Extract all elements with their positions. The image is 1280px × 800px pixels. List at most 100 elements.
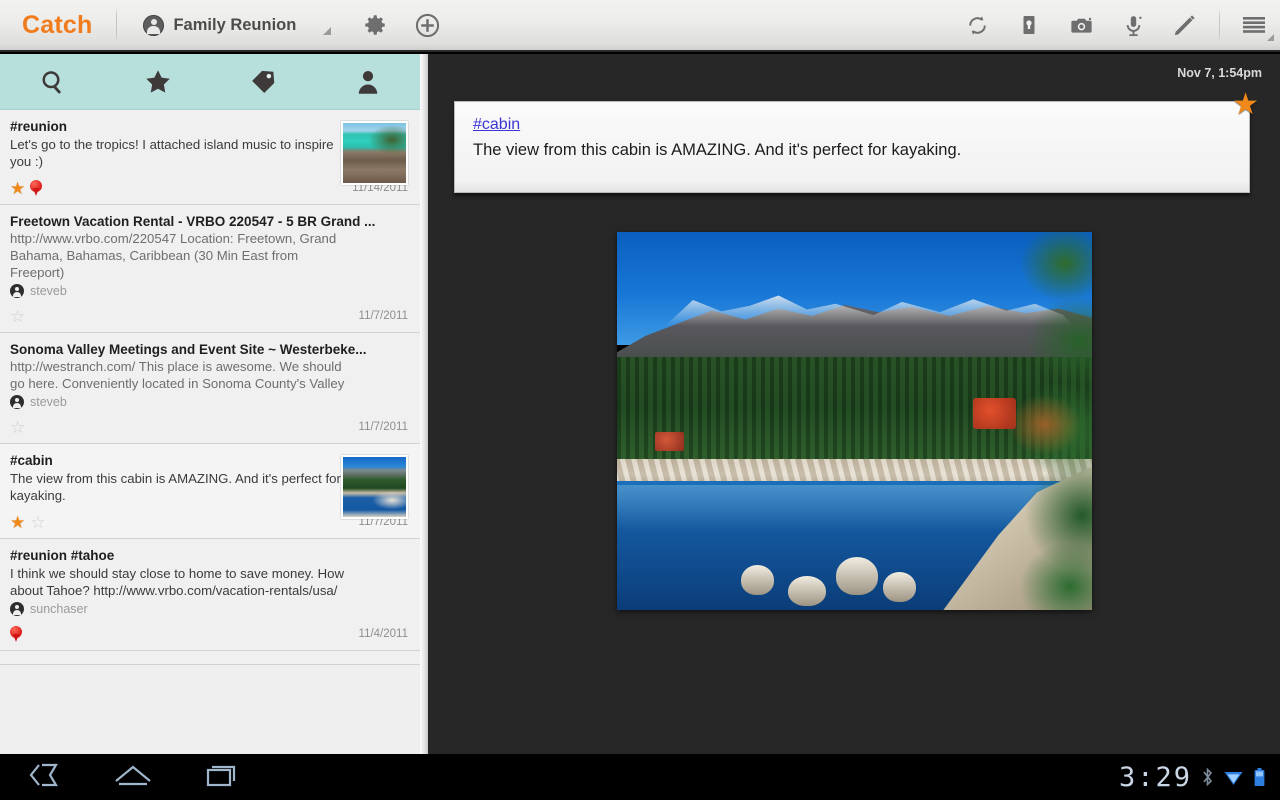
note-footer: ☆ 11/7/2011 (10, 417, 408, 437)
person-icon (358, 70, 377, 94)
note-badges: ★ ☆ (10, 514, 46, 531)
system-status-area[interactable]: 3:29 (1119, 762, 1266, 793)
note-author: steveb (10, 284, 408, 298)
notebook-selector[interactable]: Family Reunion (139, 0, 335, 50)
note-detail-pane: Nov 7, 1:54pm ★ #cabin The view from thi… (428, 54, 1280, 754)
author-avatar-icon (10, 602, 24, 616)
note-tag-link[interactable]: #cabin (473, 116, 520, 134)
nav-home-button[interactable] (110, 762, 156, 793)
author-name: sunchaser (30, 602, 88, 616)
notebook-avatar-icon (143, 14, 165, 36)
note-detail-text: The view from this cabin is AMAZING. And… (473, 141, 962, 159)
note-detail-date: Nov 7, 1:54pm (1177, 66, 1262, 80)
list-item[interactable]: #reunion Let's go to the tropics! I atta… (0, 110, 420, 205)
note-list[interactable]: #reunion Let's go to the tropics! I atta… (0, 110, 420, 754)
list-item[interactable]: #reunion #tahoe I think we should stay c… (0, 539, 420, 651)
tab-starred[interactable] (105, 54, 210, 109)
note-badges: ☆ (10, 308, 25, 325)
settings-button[interactable] (349, 0, 401, 50)
sync-button[interactable] (951, 0, 1003, 50)
note-author: sunchaser (10, 602, 408, 616)
author-name: steveb (30, 284, 67, 298)
note-date: 11/7/2011 (358, 421, 408, 433)
note-title: Freetown Vacation Rental - VRBO 220547 -… (10, 214, 376, 229)
edit-button[interactable] (1159, 0, 1211, 50)
photo-cabin-left (655, 432, 684, 452)
list-item[interactable]: Freetown Vacation Rental - VRBO 220547 -… (0, 205, 420, 333)
sidebar-scrollbar[interactable] (420, 54, 428, 754)
note-date: 11/4/2011 (358, 628, 408, 640)
status-clock: 3:29 (1118, 761, 1192, 793)
note-body: Let's go to the tropics! I attached isla… (10, 137, 334, 169)
author-name: steveb (30, 395, 67, 409)
catch-app-window: Catch Family Reunion #reunion Let's go t… (0, 0, 1280, 800)
author-avatar-icon (10, 284, 24, 298)
nav-recents-icon (206, 765, 236, 786)
photo-tree-rust (1001, 383, 1088, 467)
notebook-title: Family Reunion (173, 15, 297, 34)
star-filled-icon[interactable]: ★ (10, 180, 25, 197)
tab-tags[interactable] (210, 54, 315, 109)
pencil-edit-icon (1174, 15, 1195, 36)
overflow-chevron-icon (1267, 34, 1274, 41)
sync-refresh-icon (968, 15, 986, 35)
note-thumbnail[interactable] (341, 455, 408, 519)
tahoe-thumbnail-image (343, 457, 406, 517)
add-note-icon (415, 13, 439, 37)
lake-tahoe-photo[interactable] (617, 232, 1092, 610)
list-item[interactable]: Sonoma Valley Meetings and Event Site ~ … (0, 333, 420, 444)
action-bar-right-icons (951, 0, 1280, 50)
star-outline-icon[interactable]: ☆ (30, 514, 45, 531)
sidebar: #reunion Let's go to the tropics! I atta… (0, 54, 420, 754)
note-badges (10, 625, 22, 643)
search-icon (41, 70, 61, 93)
action-bar-left-icons (349, 0, 453, 50)
note-body: http://westranch.com/ This place is awes… (10, 359, 345, 391)
chevron-more-icon (323, 27, 332, 35)
note-badges: ☆ (10, 419, 25, 436)
note-card-icon (1023, 16, 1035, 34)
add-note-button[interactable] (401, 0, 453, 50)
list-item-partial[interactable] (0, 651, 420, 665)
camera-icon (1070, 17, 1092, 33)
nav-recents-button[interactable] (200, 762, 244, 793)
action-bar: Catch Family Reunion (0, 0, 1280, 52)
note-footer: ☆ 11/7/2011 (10, 306, 408, 326)
tab-search[interactable] (0, 54, 105, 109)
photo-rock (788, 575, 826, 607)
location-pin-icon (10, 625, 22, 643)
overflow-menu-button[interactable] (1228, 0, 1280, 50)
note-body: The view from this cabin is AMAZING. And… (10, 471, 341, 503)
note-detail-card[interactable]: ★ #cabin The view from this cabin is AMA… (454, 90, 1259, 193)
camera-button[interactable] (1055, 0, 1107, 50)
location-pin-icon (30, 179, 43, 197)
note-date: 11/7/2011 (358, 310, 408, 322)
star-filled-icon[interactable]: ★ (10, 514, 25, 531)
note-author: steveb (10, 395, 408, 409)
photo-rock (883, 572, 917, 603)
star-filled-icon[interactable]: ★ (1232, 90, 1259, 120)
note-thumbnail[interactable] (341, 121, 408, 185)
wifi-icon (1224, 772, 1243, 785)
overflow-menu-icon (1243, 17, 1265, 33)
photo-rock (740, 564, 774, 595)
bluetooth-icon (1203, 767, 1213, 787)
photo-rock (835, 557, 879, 595)
toolbar-divider (116, 7, 118, 43)
list-item-selected[interactable]: #cabin The view from this cabin is AMAZI… (0, 444, 420, 539)
star-icon (145, 69, 170, 93)
note-badges: ★ (10, 179, 43, 197)
nav-home-icon (115, 765, 151, 785)
nav-back-button[interactable] (22, 762, 66, 793)
photo-image (617, 232, 1092, 610)
beach-thumbnail-image (343, 123, 406, 183)
new-note-button[interactable] (1003, 0, 1055, 50)
star-outline-icon[interactable]: ☆ (10, 419, 25, 436)
note-title: Sonoma Valley Meetings and Event Site ~ … (10, 342, 367, 357)
note-body: I think we should stay close to home to … (10, 566, 345, 598)
note-body: http://www.vrbo.com/220547 Location: Fre… (10, 231, 337, 280)
battery-icon (1254, 768, 1265, 786)
voice-note-button[interactable] (1107, 0, 1159, 50)
tab-people[interactable] (315, 54, 420, 109)
star-outline-icon[interactable]: ☆ (10, 308, 25, 325)
